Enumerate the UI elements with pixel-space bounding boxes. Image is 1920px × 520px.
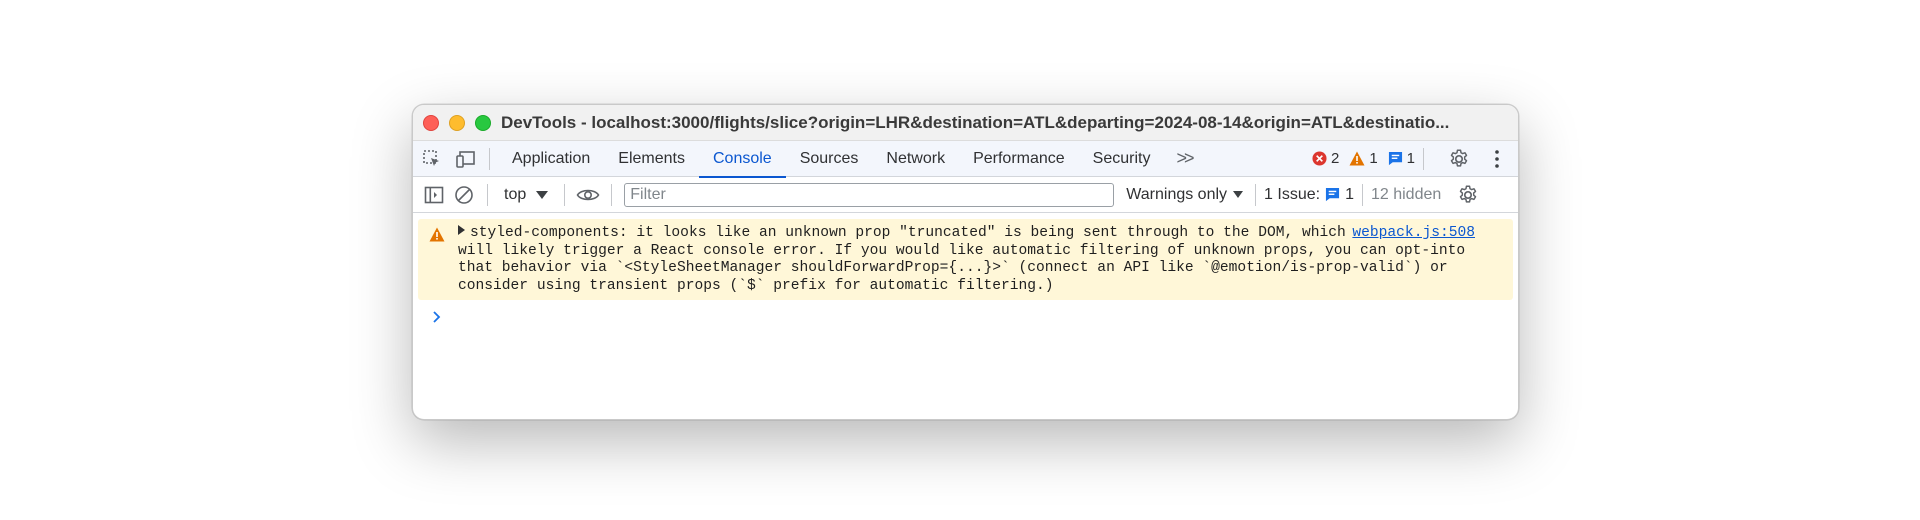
window-controls bbox=[423, 114, 491, 131]
title-bar: DevTools - localhost:3000/flights/slice?… bbox=[413, 105, 1518, 141]
tab-network[interactable]: Network bbox=[872, 141, 959, 177]
divider bbox=[611, 183, 613, 206]
window-title: DevTools - localhost:3000/flights/slice?… bbox=[501, 112, 1450, 132]
inspect-element-icon[interactable] bbox=[417, 144, 447, 174]
settings-gear-icon[interactable] bbox=[1444, 144, 1474, 174]
warning-count-value: 1 bbox=[1369, 150, 1378, 167]
minimize-window-button[interactable] bbox=[449, 114, 465, 131]
divider bbox=[487, 183, 488, 206]
prompt-chevron-icon bbox=[433, 311, 441, 323]
warning-text-block: styled-components: it looks like an unkn… bbox=[458, 225, 1465, 296]
issue-icon bbox=[1326, 187, 1340, 202]
tab-application[interactable]: Application bbox=[498, 141, 604, 177]
console-prompt[interactable] bbox=[418, 300, 1513, 328]
issue-count[interactable]: 1 bbox=[1388, 150, 1415, 167]
live-expression-eye-icon[interactable] bbox=[573, 180, 603, 210]
error-count[interactable]: 2 bbox=[1312, 150, 1339, 167]
context-selector[interactable]: top bbox=[496, 186, 556, 204]
chevron-down-icon bbox=[1233, 191, 1244, 198]
tab-performance[interactable]: Performance bbox=[959, 141, 1079, 177]
clear-console-icon[interactable] bbox=[449, 180, 479, 210]
expand-triangle-icon[interactable] bbox=[458, 225, 465, 235]
divider bbox=[1255, 183, 1257, 206]
hidden-messages-count: 12 hidden bbox=[1370, 185, 1442, 203]
tab-security[interactable]: Security bbox=[1079, 141, 1165, 177]
log-levels-label: Warnings only bbox=[1126, 185, 1228, 203]
divider bbox=[489, 147, 490, 170]
filter-input[interactable] bbox=[624, 182, 1115, 207]
console-warning-message[interactable]: styled-components: it looks like an unkn… bbox=[418, 219, 1513, 300]
tab-console[interactable]: Console bbox=[698, 141, 786, 178]
warning-icon bbox=[429, 227, 445, 242]
issues-count: 1 bbox=[1345, 185, 1354, 203]
warning-count[interactable]: 1 bbox=[1349, 150, 1378, 167]
toggle-sidebar-icon[interactable] bbox=[419, 180, 449, 210]
console-messages: styled-components: it looks like an unkn… bbox=[413, 213, 1518, 328]
warning-text: styled-components: it looks like an unkn… bbox=[458, 225, 1466, 295]
console-toolbar: top Warnings only 1 Issue: 1 12 hidden bbox=[413, 177, 1518, 213]
source-link[interactable]: webpack.js:508 bbox=[1352, 225, 1475, 241]
close-window-button[interactable] bbox=[423, 114, 439, 131]
warning-icon bbox=[1349, 151, 1365, 166]
tab-sources[interactable]: Sources bbox=[786, 141, 873, 177]
context-label: top bbox=[504, 185, 527, 203]
divider bbox=[564, 183, 566, 206]
error-count-value: 2 bbox=[1330, 150, 1340, 167]
issues-link[interactable]: 1 Issue: 1 bbox=[1264, 186, 1354, 204]
panel-tab-bar: Application Elements Console Sources Net… bbox=[413, 141, 1518, 178]
device-toolbar-icon[interactable] bbox=[451, 144, 481, 174]
tab-elements[interactable]: Elements bbox=[604, 141, 699, 177]
divider bbox=[1423, 147, 1424, 170]
log-levels-dropdown[interactable]: Warnings only bbox=[1126, 185, 1244, 204]
more-options-icon[interactable] bbox=[1482, 144, 1512, 174]
issue-icon bbox=[1388, 151, 1402, 166]
message-counts[interactable]: 2 1 1 bbox=[1312, 150, 1415, 167]
console-settings-gear-icon[interactable] bbox=[1453, 180, 1483, 210]
issue-count-value: 1 bbox=[1406, 150, 1415, 167]
divider bbox=[1361, 183, 1363, 206]
error-icon bbox=[1312, 151, 1327, 166]
issues-label: 1 Issue: bbox=[1264, 185, 1321, 203]
chevron-down-icon bbox=[536, 190, 549, 199]
more-tabs-icon[interactable]: >> bbox=[1164, 148, 1203, 169]
zoom-window-button[interactable] bbox=[475, 114, 491, 131]
devtools-window: DevTools - localhost:3000/flights/slice?… bbox=[412, 104, 1519, 420]
